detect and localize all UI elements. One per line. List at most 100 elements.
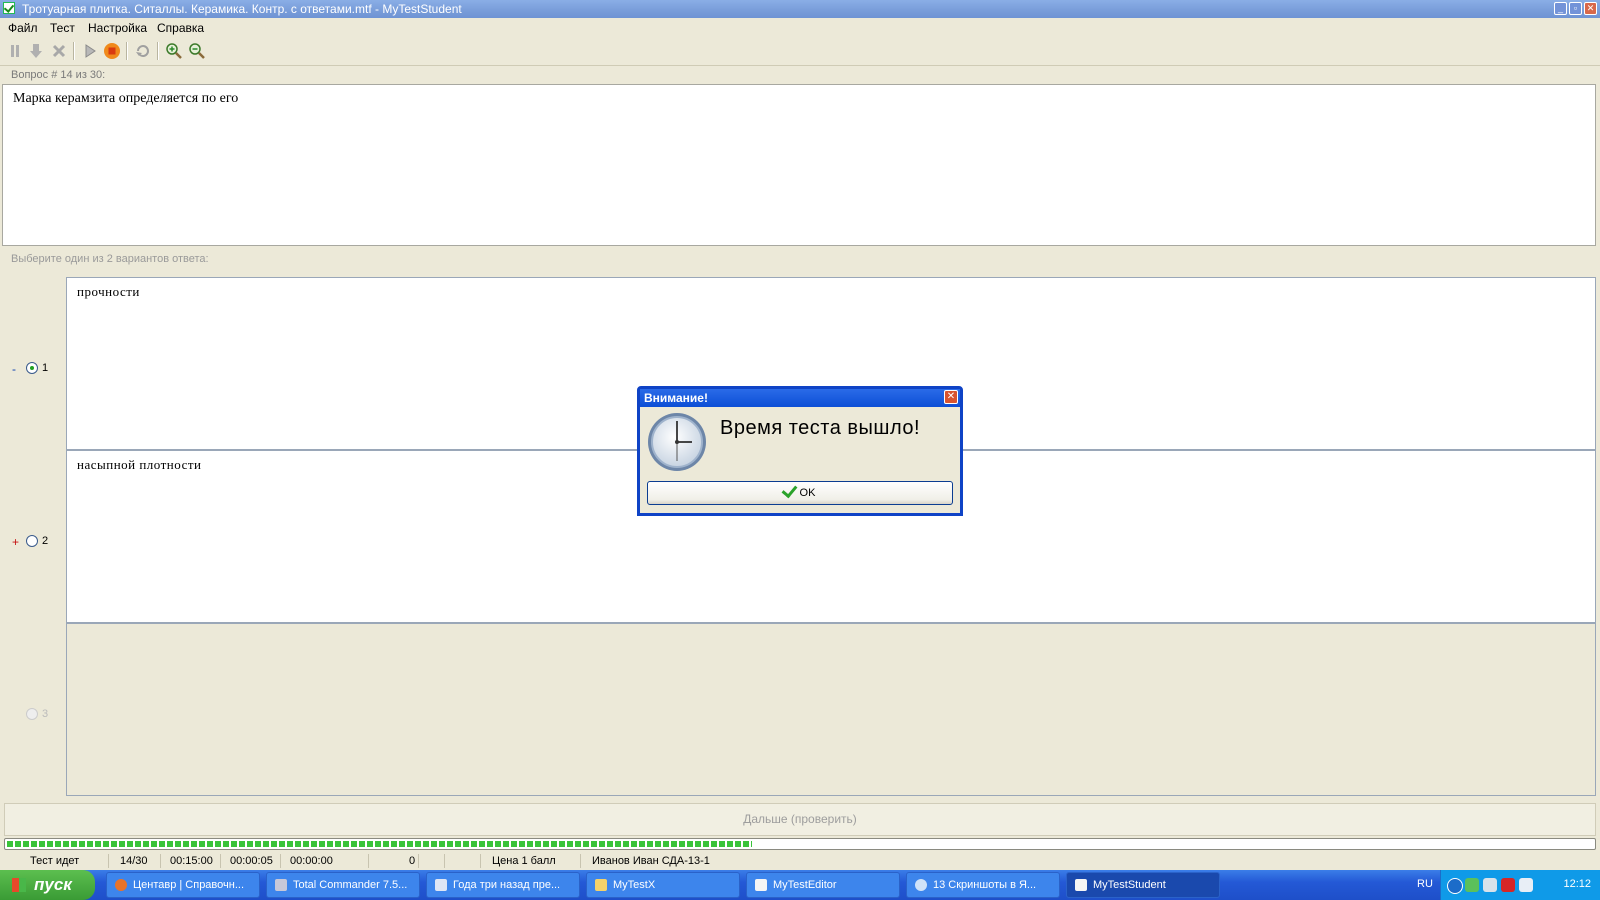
- status-separator: [480, 854, 481, 868]
- toolbar-separator: [126, 42, 128, 60]
- dialog-message: Время теста вышло!: [720, 417, 921, 439]
- answers-panel: - 1 прочности + 2 насыпной плотности 3: [2, 270, 1596, 796]
- status-separator: [108, 854, 109, 868]
- folder-icon: [595, 879, 607, 891]
- task-label: MyTestX: [613, 879, 656, 891]
- answer-number: 2: [42, 535, 49, 547]
- app-checkmark-icon: [1075, 879, 1087, 891]
- answer-text: насыпной плотности: [77, 457, 202, 472]
- ok-label: OK: [799, 487, 816, 499]
- clock: 12:12: [1563, 878, 1591, 890]
- zoom-out-icon[interactable]: [188, 42, 206, 60]
- status-time-used: 00:00:05: [230, 855, 273, 867]
- status-separator: [160, 854, 161, 868]
- status-bar: Тест идет 14/30 00:15:00 00:00:05 00:00:…: [0, 852, 1600, 870]
- tray-app-icon[interactable]: [1483, 878, 1497, 892]
- floppy-icon: [275, 879, 287, 891]
- status-separator: [580, 854, 581, 868]
- status-student: Иванов Иван СДА-13-1: [592, 855, 710, 867]
- down-icon[interactable]: [27, 42, 45, 60]
- task-mytestx[interactable]: MyTestX: [586, 872, 740, 898]
- app-checkmark-icon: [755, 879, 767, 891]
- dialog-close-icon[interactable]: ✕: [944, 390, 958, 404]
- dialog-title: Внимание!: [640, 389, 960, 407]
- play-icon[interactable]: [81, 42, 99, 60]
- maximize-icon[interactable]: ▫: [1569, 2, 1582, 15]
- progress-fill: [7, 841, 752, 847]
- ok-button[interactable]: OK: [647, 481, 953, 505]
- task-label: MyTestStudent: [1093, 879, 1166, 891]
- task-label: MyTestEditor: [773, 879, 837, 891]
- status-time-left: 00:00:00: [290, 855, 333, 867]
- refresh-icon[interactable]: [134, 42, 152, 60]
- minimize-icon[interactable]: _: [1554, 2, 1567, 15]
- next-check-button[interactable]: Дальше (проверить): [4, 803, 1596, 836]
- task-mytesteditor[interactable]: MyTestEditor: [746, 872, 900, 898]
- status-separator: [368, 854, 369, 868]
- answers-header: Выберите один из 2 вариантов ответа:: [11, 253, 209, 265]
- menu-settings[interactable]: Настройка: [88, 21, 147, 35]
- menu-bar: Файл Тест Настройка Справка: [0, 18, 1600, 37]
- question-header: Вопрос # 14 из 30:: [11, 69, 106, 81]
- task-label: Total Commander 7.5...: [293, 879, 408, 891]
- language-indicator[interactable]: RU: [1417, 878, 1433, 890]
- windows-logo-icon: [12, 878, 26, 892]
- cancel-icon[interactable]: [50, 42, 68, 60]
- title-bar: Тротуарная плитка. Ситаллы. Керамика. Ко…: [0, 0, 1600, 18]
- question-box: Марка керамзита определяется по его: [2, 84, 1596, 246]
- tray-arrow-icon[interactable]: [1447, 878, 1463, 894]
- start-label: пуск: [34, 875, 72, 894]
- kaspersky-icon[interactable]: [1501, 878, 1515, 892]
- answer-marker-plus: +: [12, 535, 20, 549]
- firefox-icon: [115, 879, 127, 891]
- display-icon[interactable]: [1519, 878, 1533, 892]
- answer-radio-1[interactable]: [26, 362, 38, 374]
- task-label: Центавр | Справочн...: [133, 879, 244, 891]
- task-total-commander[interactable]: Total Commander 7.5...: [266, 872, 420, 898]
- stop-icon[interactable]: [103, 42, 121, 60]
- toolbar-separator: [157, 42, 159, 60]
- start-button[interactable]: пуск: [0, 870, 95, 900]
- answer-radio-2[interactable]: [26, 535, 38, 547]
- status-count: 14/30: [120, 855, 148, 867]
- menu-help[interactable]: Справка: [157, 21, 204, 35]
- time-progress-bar: [4, 838, 1596, 850]
- status-separator: [280, 854, 281, 868]
- time-up-dialog: Внимание! ✕ Время теста вышло! OK: [637, 386, 963, 516]
- status-separator: [220, 854, 221, 868]
- toolbar-separator: [73, 42, 75, 60]
- word-document-icon: [435, 879, 447, 891]
- checkmark-icon: [781, 481, 797, 499]
- task-label: Года три назад пре...: [453, 879, 561, 891]
- taskbar: пуск Центавр | Справочн... Total Command…: [0, 870, 1600, 900]
- system-tray: RU 12:12: [1417, 870, 1600, 900]
- close-window-icon[interactable]: ✕: [1584, 2, 1597, 15]
- question-text: Марка керамзита определяется по его: [13, 91, 239, 106]
- task-centavr[interactable]: Центавр | Справочн...: [106, 872, 260, 898]
- status-separator: [444, 854, 445, 868]
- answer-text: прочности: [77, 284, 140, 299]
- status-separator: [418, 854, 419, 868]
- answer-option-3: [66, 623, 1596, 796]
- pause-icon[interactable]: [6, 42, 24, 60]
- toolbar: [0, 37, 1600, 66]
- clock-icon: [648, 413, 706, 471]
- status-time-total: 00:15:00: [170, 855, 213, 867]
- window-title: Тротуарная плитка. Ситаллы. Керамика. Ко…: [22, 2, 462, 16]
- answer-number: 3: [42, 708, 49, 720]
- answer-number: 1: [42, 362, 49, 374]
- status-state: Тест идет: [30, 855, 80, 867]
- task-label: 13 Скриншоты в Я...: [933, 879, 1037, 891]
- zoom-in-icon[interactable]: [165, 42, 183, 60]
- task-word-doc[interactable]: Года три назад пре...: [426, 872, 580, 898]
- app-checkmark-icon: [3, 2, 15, 14]
- status-price: Цена 1 балл: [492, 855, 556, 867]
- cloud-icon: [915, 879, 927, 891]
- status-score: 0: [409, 855, 416, 867]
- task-screenshots[interactable]: 13 Скриншоты в Я...: [906, 872, 1060, 898]
- answer-marker-minus: -: [12, 362, 16, 376]
- task-myteststudent[interactable]: MyTestStudent: [1066, 872, 1220, 898]
- network-icon[interactable]: [1465, 878, 1479, 892]
- menu-test[interactable]: Тест: [50, 21, 75, 35]
- menu-file[interactable]: Файл: [8, 21, 38, 35]
